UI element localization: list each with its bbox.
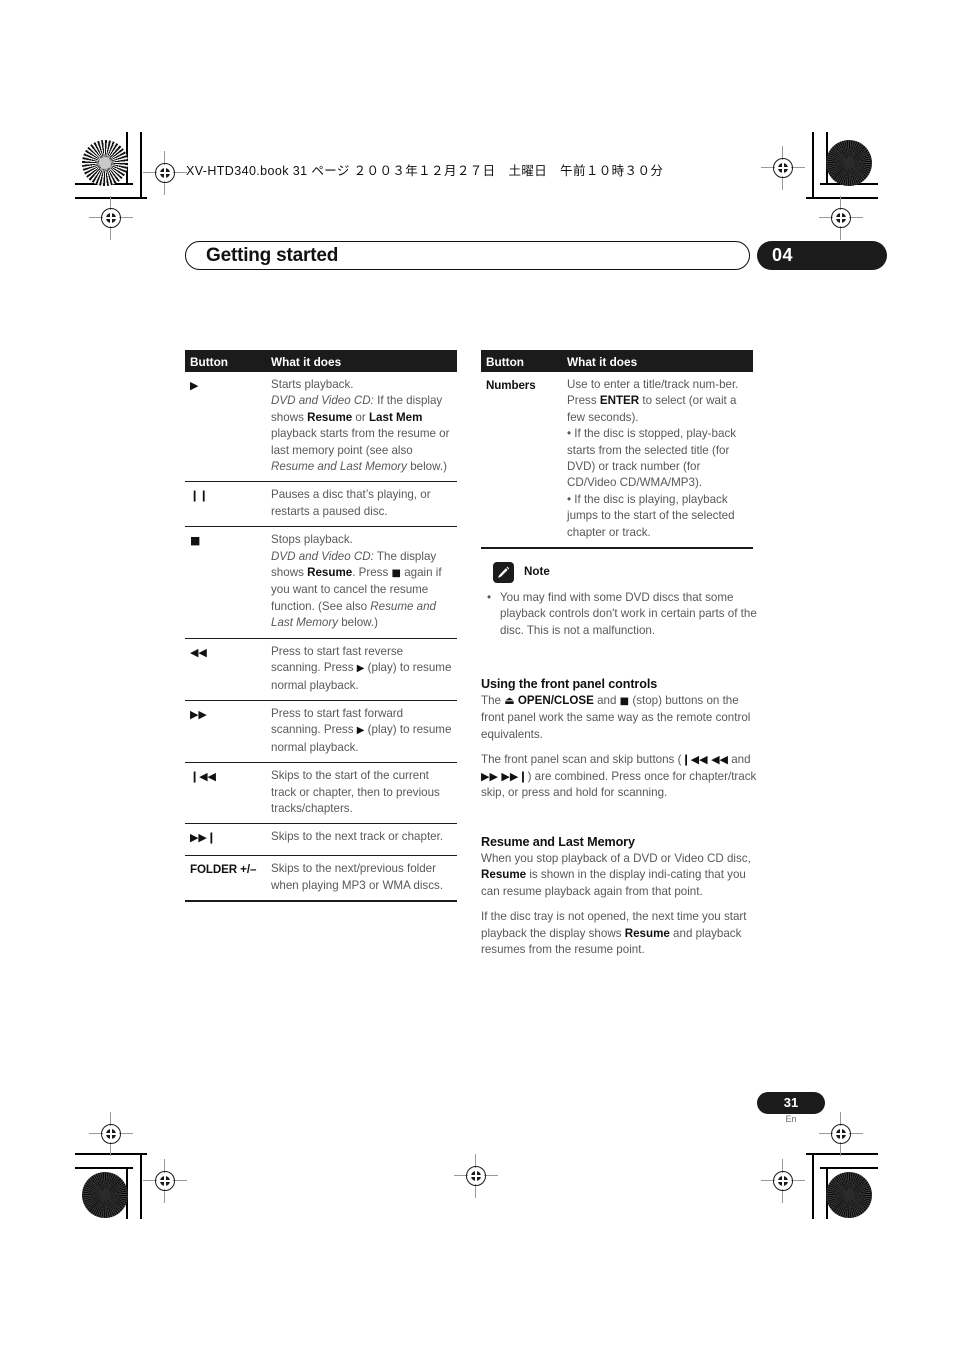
table-row: ■ Stops playback. DVD and Video CD: The di… xyxy=(185,527,457,639)
registration-mark-left-lower xyxy=(89,1112,133,1156)
print-target-star-bottom-right xyxy=(826,1172,872,1218)
note-body: • You may find with some DVD discs that … xyxy=(481,590,757,639)
print-target-star-top-left xyxy=(82,140,128,186)
table-row: ▶▶❙ Skips to the next track or chapter. xyxy=(185,824,457,857)
table-cell-description: Skips to the next track or chapter. xyxy=(271,830,444,844)
note-label: Note xyxy=(524,565,550,578)
table-cell-description: Press to start fast reverse scanning. Pr… xyxy=(271,644,452,692)
page-number: 31 xyxy=(783,1095,799,1110)
stop-icon: ■ xyxy=(190,534,201,548)
table-cell-description: Skips to the next/previous folder when p… xyxy=(271,862,444,892)
page-title-bar: Getting started xyxy=(185,241,750,270)
column-header-button: Button xyxy=(486,354,524,369)
note-header: Note xyxy=(481,562,757,584)
section-heading: Using the front panel controls xyxy=(481,677,658,691)
print-file-header: XV-HTD340.book 31 ページ ２００３年１２月２７日 土曜日 午前… xyxy=(186,164,664,178)
section-heading: Resume and Last Memory xyxy=(481,835,635,849)
column-header-button: Button xyxy=(190,354,228,369)
note-text: You may find with some DVD discs that so… xyxy=(500,591,757,637)
registration-mark-left-upper xyxy=(89,196,133,240)
table-cell-description: Pauses a disc that’s playing, or restart… xyxy=(271,488,431,518)
button-table-right: Button What it does Numbers Use to enter … xyxy=(481,350,753,550)
next-track-icon: ▶▶❙ xyxy=(190,831,216,845)
page-title: Getting started xyxy=(206,245,339,266)
table-row: ❙◀◀ Skips to the start of the current tra… xyxy=(185,763,457,825)
table-row: ▶▶ Press to start fast forward scanning. … xyxy=(185,701,457,764)
crop-mark-bottom-right-v2 xyxy=(812,1153,814,1219)
registration-mark-bottom-center xyxy=(454,1154,498,1198)
registration-mark-top-right xyxy=(761,146,805,190)
crop-mark-bottom-right-h2 xyxy=(820,1167,878,1169)
previous-track-icon: ❙◀◀ xyxy=(190,770,216,784)
column-header-what-it-does: What it does xyxy=(271,354,342,369)
fast-reverse-icon: ◀◀ xyxy=(190,645,207,659)
fast-forward-icon: ▶▶ xyxy=(190,707,207,721)
crop-mark-top-right-h2 xyxy=(806,197,878,199)
crop-mark-bottom-right-h xyxy=(806,1153,878,1155)
pause-icon: ❙❙ xyxy=(190,489,209,503)
play-icon: ▶ xyxy=(190,379,199,392)
numbers-button: Numbers xyxy=(486,379,536,392)
table-header-row: Button What it does xyxy=(185,350,457,372)
registration-mark-bottom-right xyxy=(761,1159,805,1203)
chapter-number-badge: 04 xyxy=(757,241,887,270)
table-cell-description: Use to enter a title/track num-ber. Pres… xyxy=(567,378,739,539)
registration-mark-right-lower xyxy=(819,1112,863,1156)
manual-page: XV-HTD340.book 31 ページ ２００３年１２月２７日 土曜日 午前… xyxy=(0,0,954,1351)
page-number-badge: 31 xyxy=(757,1092,825,1114)
page-language-code: En xyxy=(785,1114,797,1124)
table-cell-description: Skips to the start of the current track … xyxy=(271,769,440,815)
pencil-icon xyxy=(493,562,514,583)
folder-button: FOLDER +/– xyxy=(190,863,257,877)
table-row: FOLDER +/– Skips to the next/previous fol… xyxy=(185,856,457,903)
table-cell-description: Stops playback. DVD and Video CD: The dis… xyxy=(271,533,442,630)
button-table-left: Button What it does ▶ Starts playback. DVD… xyxy=(185,350,457,903)
note-bullet: • xyxy=(487,591,492,604)
section-paragraph: The ⏏ OPEN/CLOSE and ■ (stop) buttons on… xyxy=(481,694,751,741)
crop-mark-bottom-left-h2 xyxy=(75,1167,133,1169)
table-row: ▶ Starts playback. DVD and Video CD: If th… xyxy=(185,372,457,483)
section-front-panel-controls: Using the front panel controls The ⏏ OPE… xyxy=(481,676,757,801)
crop-mark-top-right-v2 xyxy=(812,132,814,198)
table-header-row: Button What it does xyxy=(481,350,753,372)
table-row: Numbers Use to enter a title/track num-be… xyxy=(481,372,753,550)
crop-mark-top-left-v2 xyxy=(140,132,142,198)
section-paragraph: The front panel scan and skip buttons (❙… xyxy=(481,753,757,800)
table-cell-description: Press to start fast forward scanning. Pr… xyxy=(271,706,452,754)
registration-mark-top-left xyxy=(143,151,187,195)
table-body-right: Numbers Use to enter a title/track num-be… xyxy=(481,372,753,550)
note-box: Note • You may find with some DVD discs … xyxy=(481,562,757,639)
section-resume-and-last-memory: Resume and Last Memory When you stop pla… xyxy=(481,834,757,958)
section-paragraph: When you stop playback of a DVD or Video… xyxy=(481,852,751,898)
crop-mark-bottom-left-v2 xyxy=(140,1153,142,1219)
print-target-star-bottom-left xyxy=(82,1172,128,1218)
registration-mark-bottom-left xyxy=(143,1159,187,1203)
print-target-star-top-right xyxy=(826,140,872,186)
table-cell-description: Starts playback. DVD and Video CD: If the… xyxy=(271,378,450,474)
section-paragraph: If the disc tray is not opened, the next… xyxy=(481,910,747,957)
column-header-what-it-does: What it does xyxy=(567,354,638,369)
table-row: ❙❙ Pauses a disc that’s playing, or resta… xyxy=(185,482,457,528)
chapter-number: 04 xyxy=(772,245,794,265)
registration-mark-right-upper xyxy=(819,196,863,240)
table-row: ◀◀ Press to start fast reverse scanning. … xyxy=(185,639,457,701)
table-body-left: ▶ Starts playback. DVD and Video CD: If th… xyxy=(185,372,457,903)
